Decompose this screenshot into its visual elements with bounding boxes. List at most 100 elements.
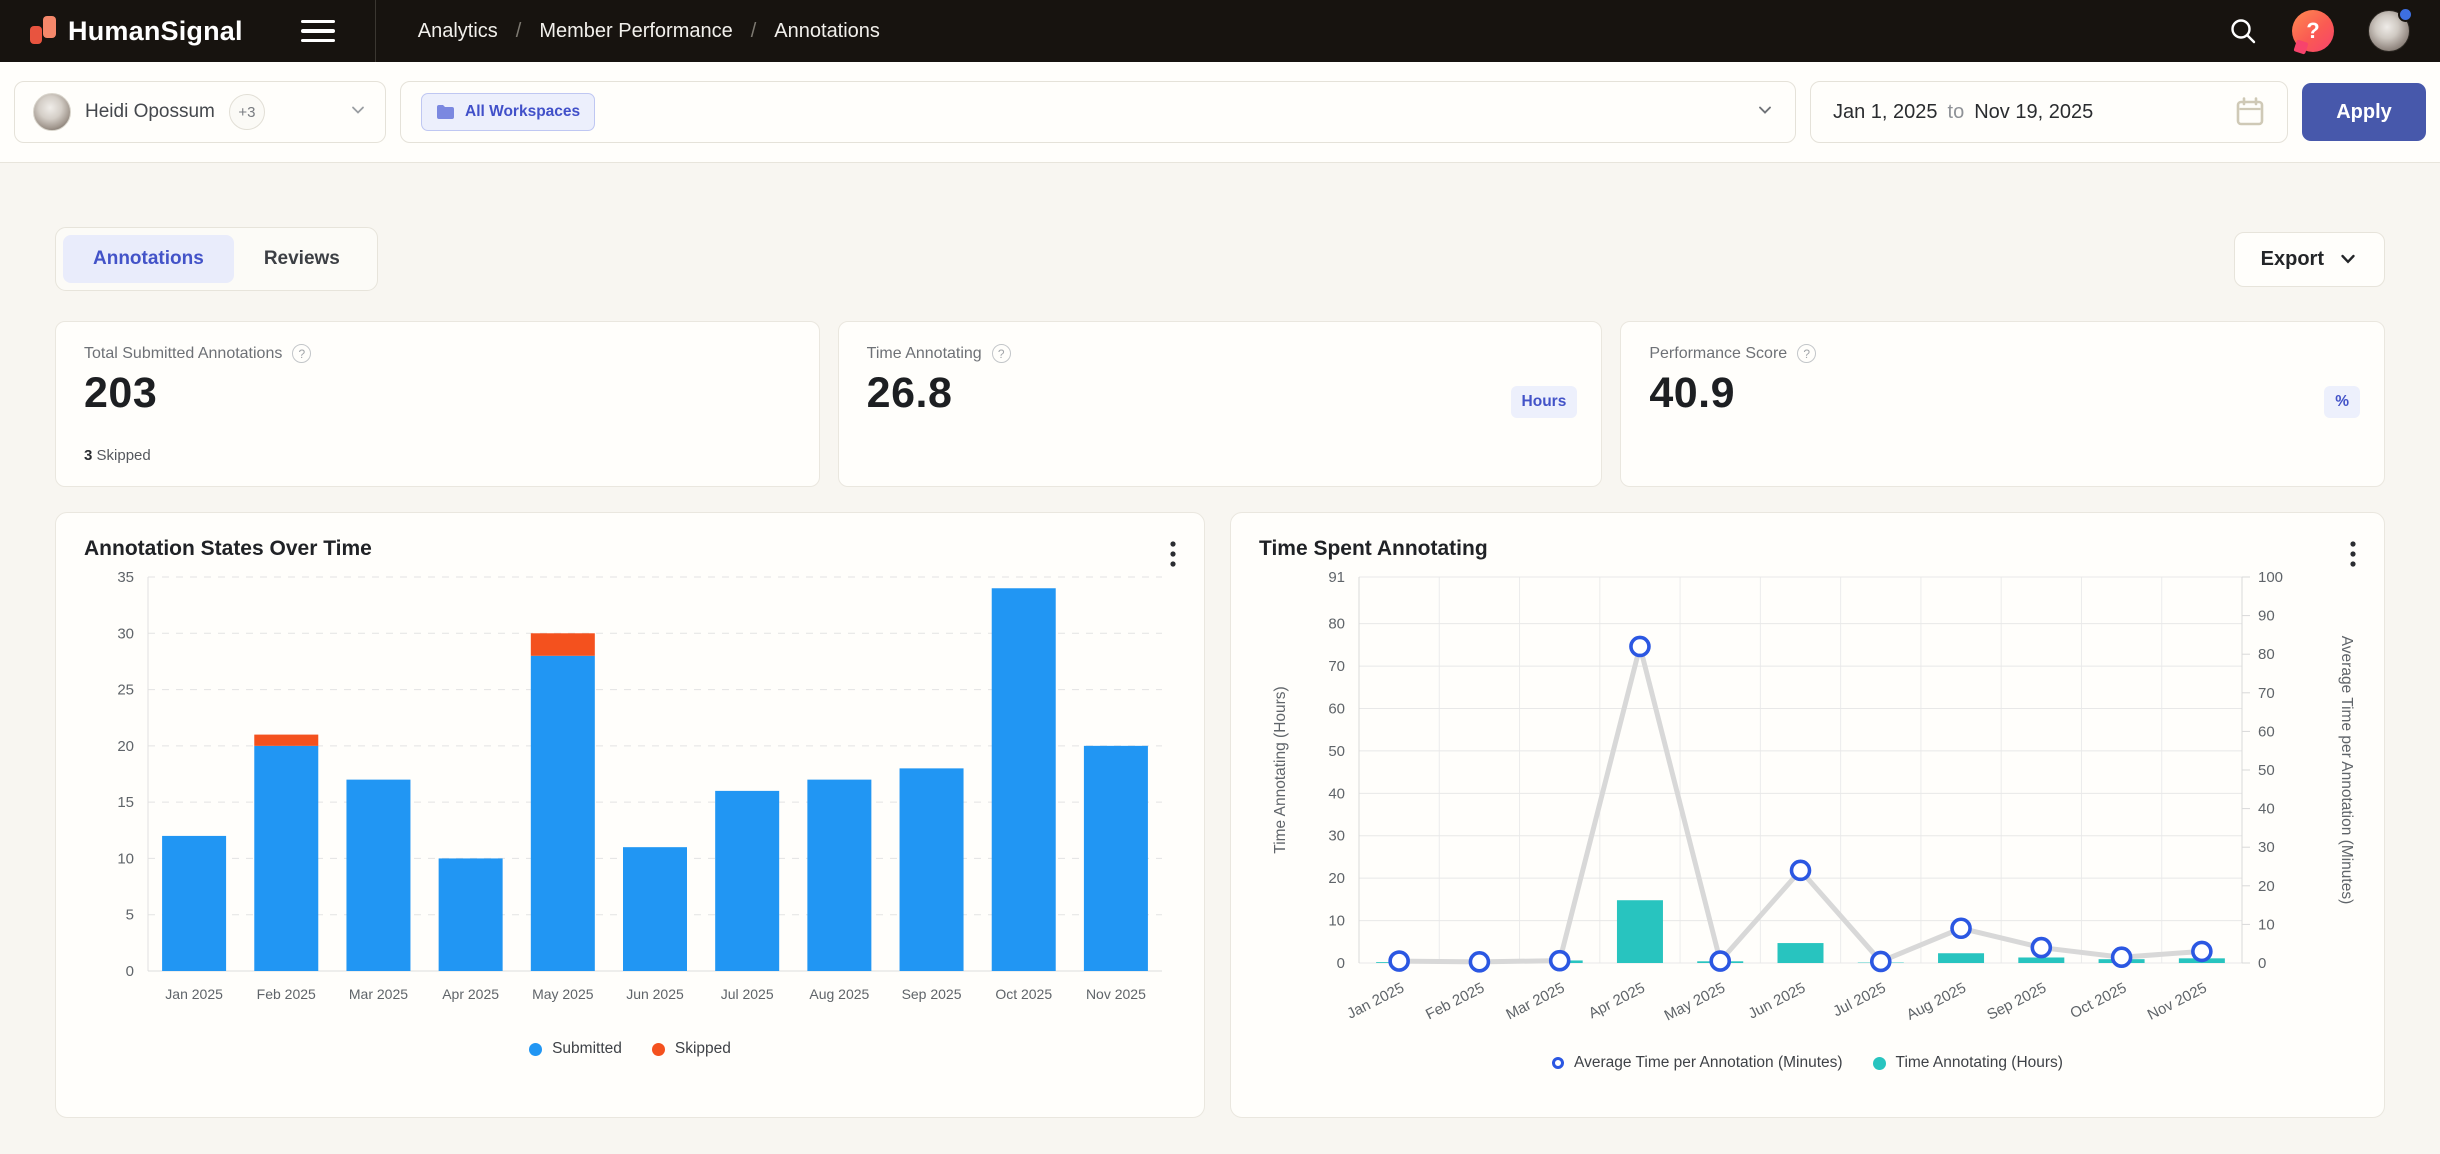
unit-badge: Hours	[1511, 386, 1578, 418]
main-content: Annotations Reviews Export Total Submitt…	[0, 227, 2440, 1118]
export-button[interactable]: Export	[2234, 232, 2385, 287]
status-dot	[2398, 7, 2413, 22]
calendar-icon	[2235, 96, 2265, 128]
svg-text:70: 70	[2258, 685, 2275, 702]
stat-card-total-submitted: Total Submitted Annotations ? 203 3 Skip…	[55, 321, 820, 487]
workspace-chip[interactable]: All Workspaces	[421, 93, 595, 131]
time-spent-chart-card: Time Spent Annotating 0 10 20 30 40 50 60 70 80 9…	[1230, 512, 2385, 1118]
svg-text:Oct 2025: Oct 2025	[995, 986, 1052, 1002]
svg-text:30: 30	[2258, 839, 2275, 856]
top-header: HumanSignal Analytics / Member Performan…	[0, 0, 2440, 62]
stat-card-time-annotating: Time Annotating ? 26.8 Hours	[838, 321, 1603, 487]
unit-badge: %	[2324, 386, 2360, 418]
svg-text:Mar 2025: Mar 2025	[349, 986, 408, 1002]
svg-text:Apr 2025: Apr 2025	[1586, 979, 1648, 1022]
svg-text:80: 80	[2258, 646, 2275, 663]
svg-text:5: 5	[126, 907, 134, 924]
svg-text:Feb 2025: Feb 2025	[1423, 979, 1487, 1023]
svg-text:40: 40	[1328, 785, 1345, 802]
breadcrumb-separator: /	[516, 20, 522, 43]
svg-text:Aug 2025: Aug 2025	[1904, 979, 1969, 1023]
svg-text:Apr 2025: Apr 2025	[442, 986, 499, 1002]
svg-text:20: 20	[2258, 878, 2275, 895]
svg-text:35: 35	[117, 569, 134, 586]
breadcrumb-analytics[interactable]: Analytics	[418, 20, 498, 43]
info-icon[interactable]: ?	[292, 344, 311, 363]
filter-bar: Heidi Opossum +3 All Workspaces Jan 1, 2…	[0, 62, 2440, 163]
svg-text:60: 60	[2258, 723, 2275, 740]
menu-icon[interactable]	[301, 14, 335, 49]
svg-text:Jul 2025: Jul 2025	[721, 986, 774, 1002]
svg-text:20: 20	[117, 738, 134, 755]
user-avatar[interactable]	[2368, 10, 2410, 52]
svg-text:100: 100	[2258, 569, 2283, 586]
member-avatar	[33, 93, 71, 131]
svg-text:50: 50	[2258, 762, 2275, 779]
info-icon[interactable]: ?	[992, 344, 1011, 363]
stat-value: 26.8	[867, 369, 1574, 418]
stat-card-performance-score: Performance Score ? 40.9 %	[1620, 321, 2385, 487]
svg-text:20: 20	[1328, 870, 1345, 887]
svg-text:30: 30	[117, 625, 134, 642]
date-range-picker[interactable]: Jan 1, 2025 to Nov 19, 2025	[1810, 81, 2288, 143]
workspace-chip-label: All Workspaces	[465, 103, 580, 121]
svg-text:50: 50	[1328, 743, 1345, 760]
legend-item: Skipped	[652, 1040, 731, 1058]
member-name: Heidi Opossum	[85, 101, 215, 123]
chart-legend: Average Time per Annotation (Minutes) Tim…	[1259, 1054, 2356, 1072]
help-icon[interactable]: ?	[2292, 10, 2334, 52]
legend-item: Time Annotating (Hours)	[1873, 1054, 2063, 1072]
tab-reviews[interactable]: Reviews	[234, 235, 370, 283]
breadcrumb-member-performance[interactable]: Member Performance	[539, 20, 732, 43]
annotation-states-chart-card: Annotation States Over Time 051015202530…	[55, 512, 1205, 1118]
kebab-menu-icon[interactable]	[1166, 537, 1180, 576]
annotation-states-chart: 05101520253035Jan 2025Feb 2025Mar 2025Ap…	[84, 561, 1176, 1034]
kebab-menu-icon[interactable]	[2346, 537, 2360, 576]
svg-text:Feb 2025: Feb 2025	[257, 986, 316, 1002]
breadcrumb-annotations: Annotations	[774, 20, 880, 43]
stat-value: 40.9	[1649, 369, 2356, 418]
workspace-select[interactable]: All Workspaces	[400, 81, 1796, 143]
svg-text:90: 90	[2258, 608, 2275, 625]
svg-text:Jun 2025: Jun 2025	[626, 986, 684, 1002]
breadcrumb: Analytics / Member Performance / Annotat…	[418, 20, 880, 43]
stat-value: 203	[84, 369, 791, 418]
header-divider	[375, 0, 376, 62]
chart-title: Annotation States Over Time	[84, 537, 1176, 561]
stat-label: Time Annotating	[867, 345, 982, 363]
svg-text:Jan 2025: Jan 2025	[165, 986, 223, 1002]
apply-button[interactable]: Apply	[2302, 83, 2426, 141]
chevron-down-icon	[2338, 249, 2358, 269]
breadcrumb-separator: /	[751, 20, 757, 43]
member-select[interactable]: Heidi Opossum +3	[14, 81, 386, 143]
svg-text:Nov 2025: Nov 2025	[1086, 986, 1146, 1002]
legend-item: Submitted	[529, 1040, 622, 1058]
svg-text:May 2025: May 2025	[1662, 979, 1728, 1024]
svg-text:0: 0	[2258, 955, 2266, 972]
stat-label: Performance Score	[1649, 345, 1787, 363]
svg-text:60: 60	[1328, 700, 1345, 717]
tab-annotations[interactable]: Annotations	[63, 235, 234, 283]
svg-text:10: 10	[2258, 916, 2275, 933]
svg-text:10: 10	[1328, 913, 1345, 930]
folder-icon	[436, 104, 455, 120]
svg-text:Oct 2025: Oct 2025	[2067, 979, 2129, 1022]
svg-text:Sep 2025: Sep 2025	[1984, 979, 2049, 1023]
svg-text:70: 70	[1328, 658, 1345, 675]
tab-group: Annotations Reviews	[55, 227, 378, 291]
svg-text:80: 80	[1328, 616, 1345, 633]
brand-logo[interactable]: HumanSignal	[30, 16, 243, 47]
info-icon[interactable]: ?	[1797, 344, 1816, 363]
date-end: Nov 19, 2025	[1974, 101, 2093, 124]
svg-text:30: 30	[1328, 828, 1345, 845]
svg-text:Average Time per Annotation (M: Average Time per Annotation (Minutes)	[2338, 636, 2355, 905]
chevron-down-icon	[1755, 100, 1775, 125]
legend-item: Average Time per Annotation (Minutes)	[1552, 1054, 1843, 1072]
svg-text:15: 15	[117, 794, 134, 811]
svg-text:Jun 2025: Jun 2025	[1746, 979, 1809, 1022]
chart-title: Time Spent Annotating	[1259, 537, 2356, 561]
date-start: Jan 1, 2025	[1833, 101, 1938, 124]
page: HumanSignal Analytics / Member Performan…	[0, 0, 2440, 1154]
search-icon[interactable]	[2228, 16, 2258, 46]
svg-text:10: 10	[117, 850, 134, 867]
